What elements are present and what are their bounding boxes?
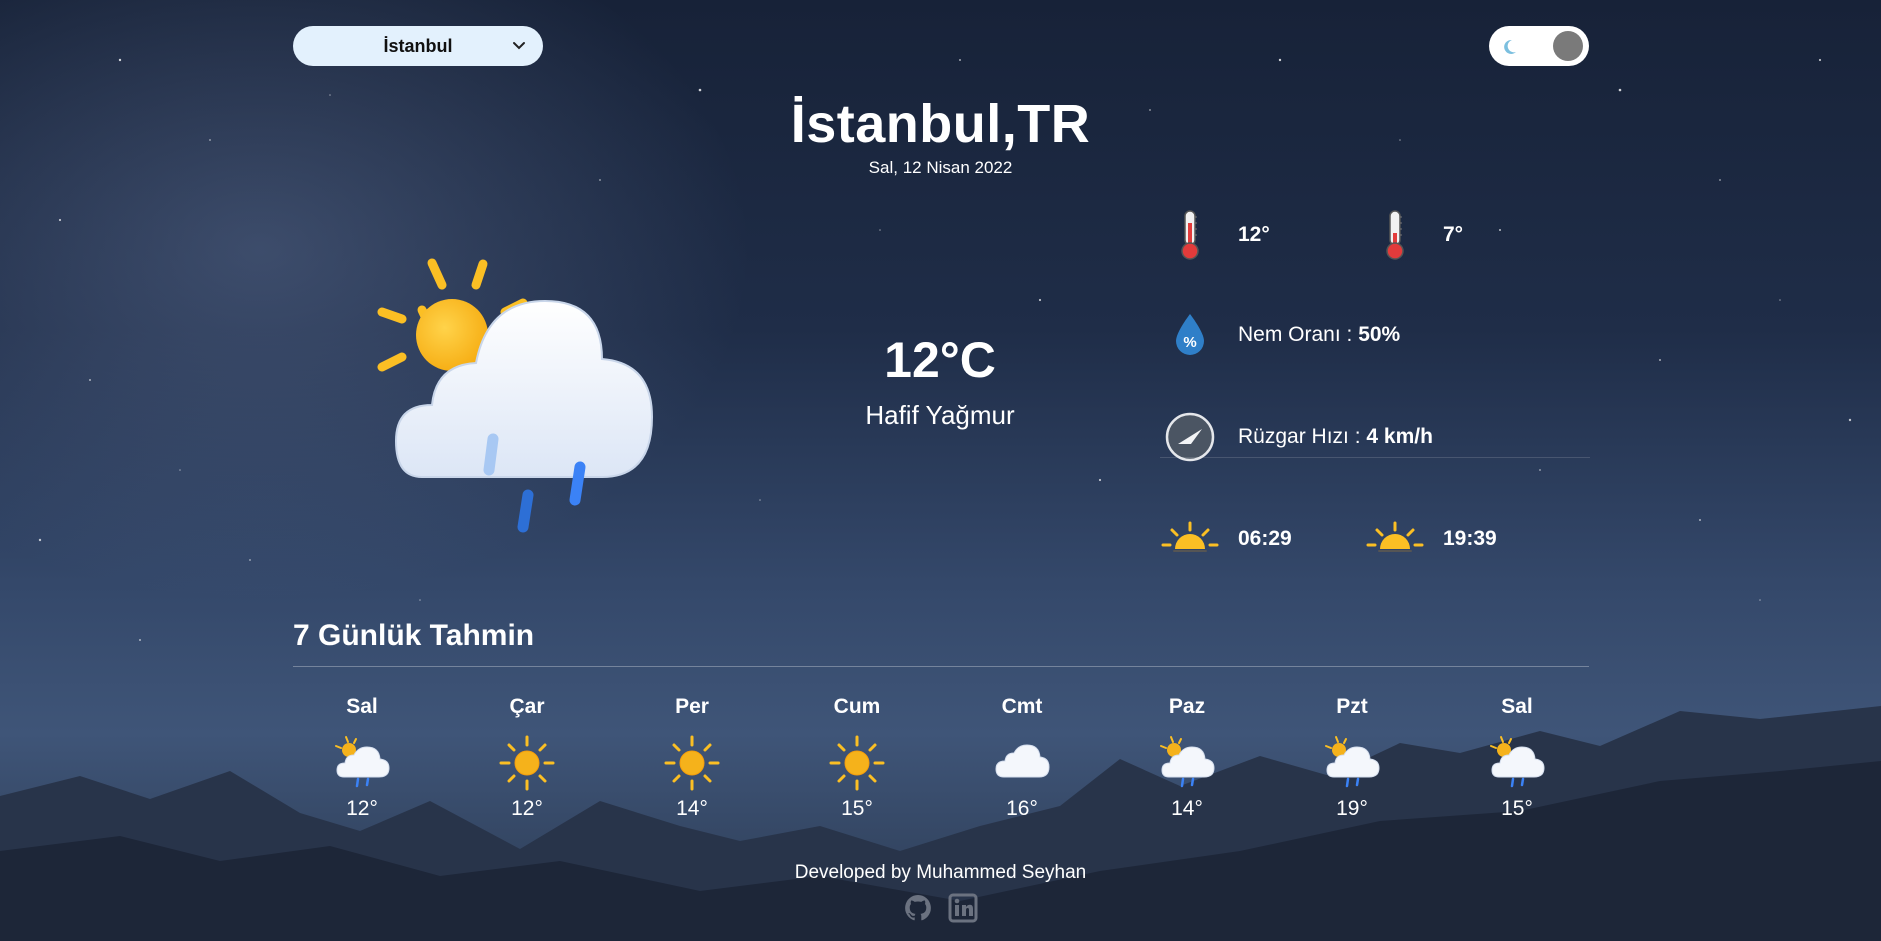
forecast-day-temp: 19° (1336, 797, 1368, 820)
sunrise: 06:29 (1160, 509, 1292, 569)
forecast-day-name: Paz (1168, 695, 1206, 718)
location-header: İstanbul,TR Sal, 12 Nisan 2022 (0, 92, 1881, 178)
sun-cloud-rain-icon (1157, 733, 1217, 793)
humidity-drop-icon: % (1176, 314, 1204, 355)
humidity-row: % Nem Oranı : 50% (1160, 305, 1590, 365)
current-weather: 12°C Hafif Yağmur (790, 330, 1090, 431)
city-select-value: İstanbul (383, 35, 453, 56)
weather-details: 12° 7° % Nem Oranı : 50% Rüzgar Hızı: 4… (1160, 205, 1590, 575)
forecast-day-temp: 15° (1501, 797, 1533, 820)
forecast-day-name: Çar (509, 695, 545, 718)
forecast-day-temp: 14° (676, 797, 708, 820)
temp-max: 12° (1160, 205, 1270, 265)
forecast-day: Sal 15° (1462, 695, 1572, 821)
forecast-day-name: Pzt (1336, 695, 1368, 718)
sunset-icon (1366, 521, 1424, 552)
current-date: Sal, 12 Nisan 2022 (868, 158, 1013, 177)
sun-cloud-rain-icon (1322, 733, 1382, 793)
forecast-day-name: Sal (346, 695, 378, 718)
temp-min: 7° (1365, 205, 1463, 265)
forecast-divider (293, 666, 1589, 667)
forecast-day-name: Cum (833, 695, 881, 718)
thermometer-icon (1386, 210, 1404, 260)
thermometer-icon (1181, 210, 1199, 260)
forecast-day-temp: 16° (1006, 797, 1038, 820)
sunset-time: 19:39 (1443, 527, 1497, 550)
page-title: İstanbul,TR (790, 94, 1091, 154)
forecast-days: Sal 12° Çar 12° Per 14° Cum 15° Cmt 16° … (293, 695, 1589, 855)
forecast-title: 7 Günlük Tahmin (293, 619, 535, 652)
forecast-day: Cmt 16° (967, 695, 1077, 821)
github-icon[interactable] (903, 893, 933, 923)
forecast-day-name: Cmt (1001, 695, 1043, 718)
details-divider (1160, 457, 1590, 458)
forecast-day-temp: 14° (1171, 797, 1203, 820)
forecast-day: Çar 12° (472, 695, 582, 821)
city-select[interactable]: İstanbul (293, 26, 543, 66)
current-temperature: 12°C (884, 332, 996, 388)
temp-min-value: 7° (1443, 223, 1464, 246)
forecast-day: Per 14° (637, 695, 747, 821)
forecast-day: Sal 12° (307, 695, 417, 821)
top-bar: İstanbul (293, 26, 1589, 68)
sun-cloud-rain-icon (377, 258, 654, 533)
linkedin-icon[interactable] (948, 893, 978, 923)
footer-credit: Developed by Muhammed Seyhan (794, 862, 1087, 883)
theme-toggle[interactable] (1489, 26, 1589, 66)
wind-direction-icon (1165, 412, 1215, 462)
humidity: % Nem Oranı : 50% (1160, 305, 1400, 365)
weather-description: Hafif Yağmur (865, 400, 1015, 430)
sun-cloud-rain-icon (1487, 733, 1547, 793)
sun-icon (497, 733, 557, 793)
sunset: 19:39 (1365, 509, 1497, 569)
svg-text:%: % (1183, 334, 1196, 351)
moon-icon (1504, 39, 1516, 54)
sun-cloud-rain-icon (332, 733, 392, 793)
forecast-day-temp: 12° (511, 797, 543, 820)
humidity-value: 50% (1358, 323, 1401, 346)
forecast-day: Cum 15° (802, 695, 912, 821)
humidity-label: Nem Oranı : (1238, 323, 1359, 346)
sunrise-icon (1161, 521, 1219, 552)
temp-range-row: 12° 7° (1160, 205, 1590, 265)
forecast-day-temp: 15° (841, 797, 873, 820)
toggle-knob (1553, 31, 1583, 61)
sun-icon (827, 733, 887, 793)
forecast-section: 7 Günlük Tahmin Sal 12° Çar 12° Per 14° … (293, 610, 1589, 855)
wind-value: 4 km/h (1366, 425, 1433, 448)
wind-row: Rüzgar Hızı : 4 km/h (1160, 407, 1590, 467)
temp-max-value: 12° (1238, 223, 1270, 246)
chevron-down-icon (513, 42, 525, 50)
forecast-day-temp: 12° (346, 797, 378, 820)
forecast-day-name: Sal (1501, 695, 1533, 718)
forecast-day-name: Per (675, 695, 709, 718)
forecast-day: Paz 14° (1132, 695, 1242, 821)
forecast-day: Pzt 19° (1297, 695, 1407, 821)
sun-icon (662, 733, 722, 793)
sun-times-row: 06:29 19:39 (1160, 509, 1590, 569)
cloud-icon (992, 733, 1052, 793)
wind-label: Rüzgar Hızı : (1238, 425, 1367, 448)
sunrise-time: 06:29 (1238, 527, 1292, 550)
wind: Rüzgar Hızı : 4 km/h (1160, 407, 1433, 467)
